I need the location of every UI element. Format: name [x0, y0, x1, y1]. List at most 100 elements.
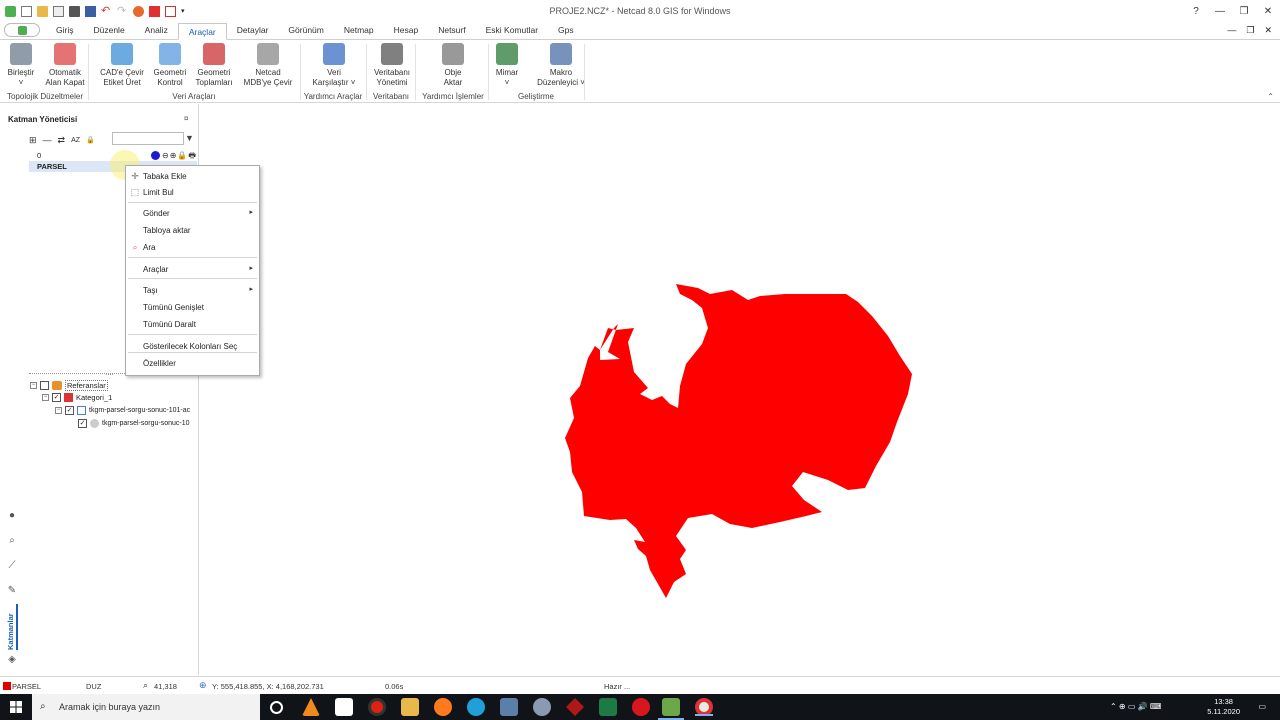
ribbon-button-label: Geometri [197, 68, 231, 77]
tab-detaylar[interactable]: Detaylar [227, 22, 279, 39]
filter-icon[interactable]: ▼ [185, 133, 194, 143]
calculator-icon[interactable] [500, 698, 518, 716]
menu-separator [128, 257, 257, 258]
netcad-app-icon[interactable] [566, 698, 584, 716]
firefox-icon[interactable] [434, 698, 452, 716]
store-icon[interactable] [335, 698, 353, 716]
menu-item-taşı[interactable]: Taşı ▸ [126, 283, 259, 299]
menu-item-label: Tümünü Genişlet [143, 303, 204, 312]
netcad-gis-icon[interactable] [658, 698, 684, 720]
add-layer-icon[interactable]: ⊞ [29, 135, 37, 146]
menu-item-limit-bul[interactable]: ⬚ Limit Bul [126, 185, 259, 201]
vlc-icon[interactable] [302, 698, 320, 716]
tab-analiz[interactable]: Analiz [135, 22, 178, 39]
start-button[interactable] [0, 694, 32, 720]
tab-görünüm[interactable]: Görünüm [278, 22, 333, 39]
reference-sub-row[interactable]: ✓ tkgm-parsel-sorgu-sonuc-10 [78, 419, 190, 428]
references-root[interactable]: − Referanslar [30, 380, 108, 391]
pin-icon[interactable]: ¤ [184, 114, 188, 123]
recorder-icon[interactable] [368, 698, 386, 716]
status-mode[interactable]: DUZ [86, 682, 101, 691]
remove-layer-icon[interactable]: — [43, 135, 52, 145]
layers-side-tab[interactable]: Katmanlar [6, 604, 18, 650]
ribbon-button-geometry-sum[interactable]: Geometri Toplamları [193, 43, 235, 88]
ribbon-button-polygon-close[interactable]: Otomatik Alan Kapat [41, 43, 89, 88]
collapse-icon[interactable]: − [30, 382, 37, 389]
edge-icon[interactable] [467, 698, 485, 716]
tab-gps[interactable]: Gps [548, 22, 584, 39]
reference-item-row[interactable]: − ✓ tkgm-parsel-sorgu-sonuc-101-ac [55, 406, 190, 415]
layer-filter-input[interactable] [112, 132, 184, 145]
alphabetical-sort-icon[interactable]: AZ [71, 137, 80, 144]
ribbon-button-compare[interactable]: Veri Karşılaştır ˅ [311, 43, 357, 88]
ribbon-button-label: Geometri [153, 68, 187, 77]
tab-düzenle[interactable]: Düzenle [83, 22, 134, 39]
info-icon[interactable]: ● [6, 510, 18, 522]
shapefile-icon [77, 406, 86, 415]
category-checkbox[interactable]: ✓ [52, 393, 61, 402]
menu-item-tümünü-genişlet[interactable]: Tümünü Genişlet [126, 300, 259, 316]
references-checkbox[interactable] [40, 381, 49, 390]
excel-icon[interactable] [599, 698, 617, 716]
ribbon-button-label: Mimar [495, 68, 519, 77]
application-menu-button[interactable] [4, 23, 40, 37]
doc-restore-icon[interactable]: ❐ [1246, 25, 1254, 36]
map-canvas[interactable] [200, 104, 1280, 675]
collapse-icon[interactable]: − [55, 407, 62, 414]
layer-color-swatch[interactable] [151, 151, 160, 160]
pen-icon[interactable]: ✎ [6, 585, 18, 597]
lock-icon[interactable]: 🔒 [86, 136, 95, 144]
menu-item-gönder[interactable]: Gönder ▸ [126, 206, 259, 222]
category-row[interactable]: − ✓ Kategori_1 [42, 393, 112, 402]
ribbon-button-gear[interactable]: Netcad MDB'ye Çevir [241, 43, 295, 88]
taskbar-search[interactable]: ⌕ Aramak için buraya yazın [32, 694, 260, 720]
menu-item-özellikler[interactable]: Özellikler [126, 356, 259, 372]
tab-eski-komutlar[interactable]: Eski Komutlar [476, 22, 548, 39]
tray-icons[interactable]: ⌃ ⊕ ▭ 🔊 ⌨ [1110, 702, 1161, 711]
status-layer[interactable]: PARSEL [12, 682, 41, 691]
measure-icon[interactable]: ⟋ [6, 560, 18, 572]
layers-icon[interactable]: ◈ [6, 654, 18, 666]
ribbon-group-label: Veri Araçları [172, 92, 216, 101]
limit-icon: ⬚ [130, 187, 140, 197]
sort-icon[interactable]: ⇄ [58, 135, 66, 146]
ribbon-button-object-transfer[interactable]: Obje Aktar [436, 43, 470, 88]
collapse-ribbon-icon[interactable]: ⌃ [1267, 92, 1274, 101]
collapse-icon[interactable]: − [42, 394, 49, 401]
app-icon[interactable] [533, 698, 551, 716]
cortana-icon[interactable] [270, 701, 283, 714]
menu-item-tabaka-ekle[interactable]: ✛ Tabaka Ekle [126, 169, 259, 185]
ribbon-button-architect[interactable]: Mimar ˅ [491, 43, 523, 88]
help-button[interactable]: ? [1184, 0, 1208, 22]
ribbon-button-macro-editor[interactable]: Makro Düzenleyici ˅ [536, 43, 586, 88]
tab-netsurf[interactable]: Netsurf [428, 22, 475, 39]
reference-sub-checkbox[interactable]: ✓ [78, 419, 87, 428]
menu-item-tabloya-aktar[interactable]: Tabloya aktar [126, 223, 259, 239]
chrome-icon[interactable] [695, 698, 713, 716]
ribbon-button-geometry-check[interactable]: Geometri Kontrol [150, 43, 190, 88]
restore-button[interactable]: ❐ [1232, 0, 1256, 22]
opera-icon[interactable] [632, 698, 650, 716]
doc-close-icon[interactable]: ✕ [1264, 25, 1272, 36]
tab-hesap[interactable]: Hesap [384, 22, 429, 39]
tab-araçlar[interactable]: Araçlar [177, 23, 227, 40]
reference-checkbox[interactable]: ✓ [65, 406, 74, 415]
geometry-sum-icon [203, 43, 225, 65]
parcel-polygon[interactable] [565, 284, 912, 598]
search-icon[interactable]: ⌕ [6, 535, 18, 547]
tab-netmap[interactable]: Netmap [334, 22, 384, 39]
menu-item-tümünü-daralt[interactable]: Tümünü Daralt [126, 317, 259, 333]
ribbon-button-cad-convert[interactable]: CAD'e Çevir Etiket Üret [99, 43, 145, 88]
file-explorer-icon[interactable] [401, 698, 419, 716]
clock[interactable]: 13:38 5.11.2020 [1207, 697, 1240, 717]
close-button[interactable]: ✕ [1256, 0, 1280, 22]
ribbon-button-database[interactable]: Veritabanı Yönetimi [370, 43, 414, 88]
status-zoom[interactable]: 41,318 [154, 682, 177, 691]
ribbon-button-merge[interactable]: Birleştir ˅ [3, 43, 39, 88]
notification-icon[interactable]: ▭ [1258, 702, 1266, 711]
tab-giriş[interactable]: Giriş [46, 22, 83, 39]
doc-minimize-icon[interactable]: — [1227, 25, 1236, 36]
menu-item-ara[interactable]: ⌕ Ara [126, 240, 259, 256]
menu-item-araçlar[interactable]: Araçlar ▸ [126, 262, 259, 278]
minimize-button[interactable]: — [1208, 0, 1232, 22]
